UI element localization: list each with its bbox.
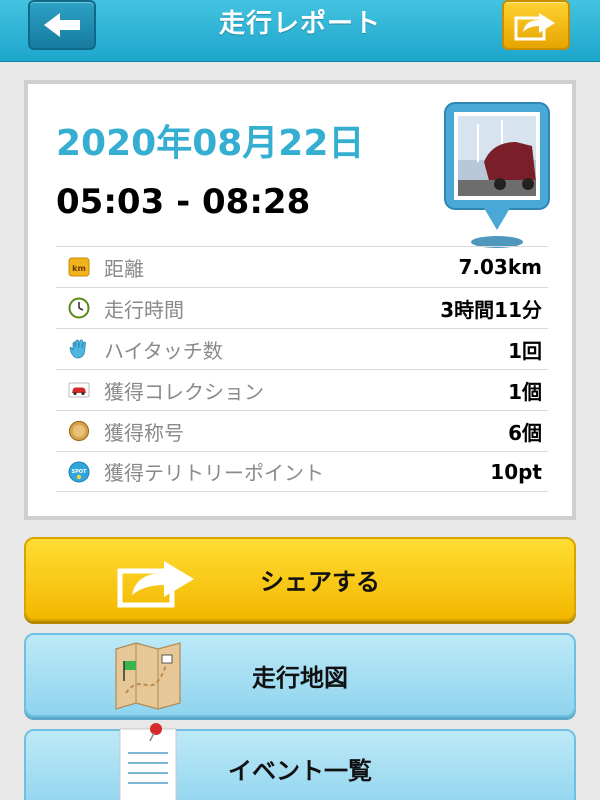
svg-text:km: km [72,264,86,273]
stat-label: ハイタッチ数 [104,338,223,363]
share-button-label: シェアする [260,567,380,596]
stat-value: 3時間11分 [440,297,542,322]
svg-text:SPOT: SPOT [72,469,88,475]
stat-value: 6個 [508,420,542,445]
stat-row-drive-time: 走行時間 3時間11分 [56,287,548,328]
event-list-button-label: イベント一覧 [228,756,372,785]
stat-value: 7.03km [458,255,543,279]
stat-value: 1回 [508,338,542,363]
stat-label: 走行時間 [104,297,184,322]
stat-label: 獲得テリトリーポイント [104,461,324,485]
stats-list: km 距離 7.03km 走行時間 3時間11分 ハイタッチ数 1回 獲得コレク… [56,246,548,492]
stat-row-territory-points: SPOT 獲得テリトリーポイント 10pt [56,451,548,492]
stat-row-titles: 獲得称号 6個 [56,410,548,451]
report-time-range: 05:03 - 08:28 [56,182,311,222]
share-button[interactable]: シェアする [24,537,576,621]
stat-label: 距離 [104,256,144,281]
km-icon: km [68,257,90,277]
event-list-button[interactable]: イベント一覧 [24,723,576,800]
spot-icon: SPOT [68,461,90,482]
stat-row-high-touch: ハイタッチ数 1回 [56,328,548,369]
stat-label: 獲得称号 [104,420,184,445]
share-header-button[interactable] [502,0,570,50]
stat-label: 獲得コレクション [104,379,264,404]
hand-icon [69,339,86,359]
drive-map-button-label: 走行地図 [252,663,348,692]
stat-value: 1個 [508,379,542,404]
share-arrow-icon [514,13,555,41]
header-bar: 走行レポート [0,0,600,62]
report-card: 2020年08月22日 05:03 - 08:28 km 距離 7.03km 走… [24,80,576,520]
drive-map-button[interactable]: 走行地図 [24,633,576,717]
car-card-icon [68,382,90,398]
medal-icon [68,420,90,442]
stat-row-distance: km 距離 7.03km [56,246,548,287]
photo-pin-icon[interactable] [444,102,550,250]
clock-icon [68,297,90,319]
stat-value: 10pt [490,459,542,484]
stat-row-collection: 獲得コレクション 1個 [56,369,548,410]
report-date: 2020年08月22日 [56,123,365,164]
